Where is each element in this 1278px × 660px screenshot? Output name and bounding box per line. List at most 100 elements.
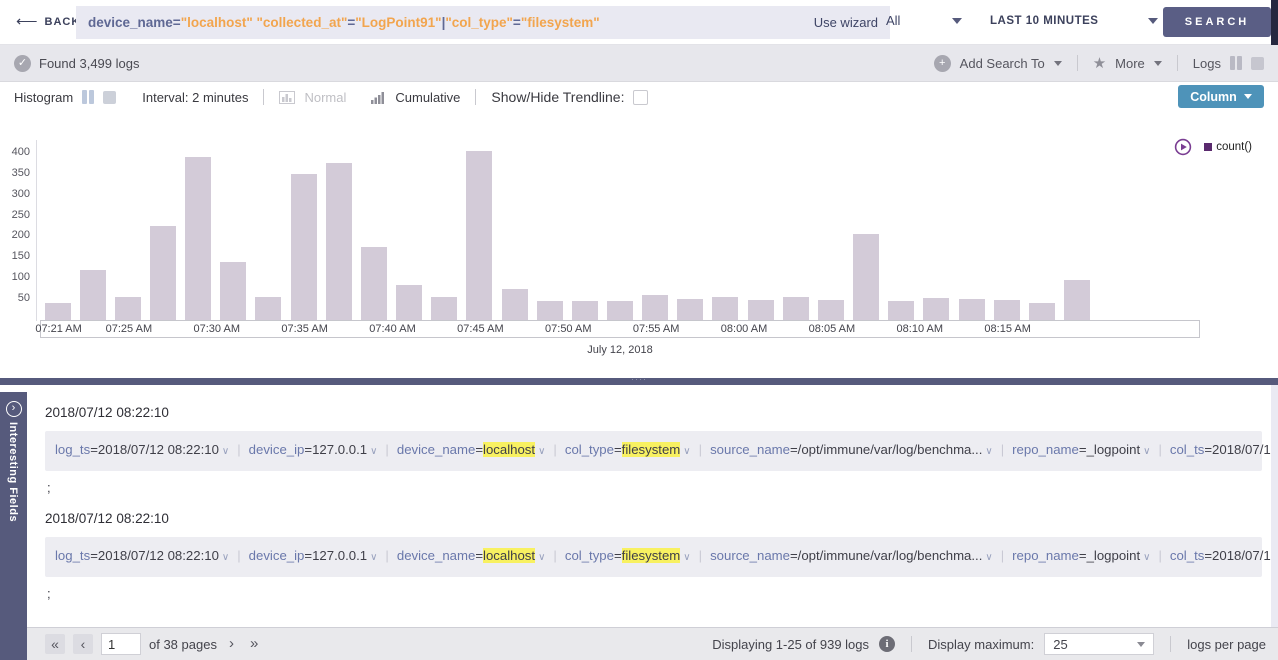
- chevron-down-icon[interactable]: ∨: [370, 446, 377, 457]
- last-page-button[interactable]: »: [246, 634, 262, 654]
- found-logs-status: ✓ Found 3,499 logs: [14, 55, 139, 72]
- field-separator: |: [553, 442, 556, 457]
- scrollbar-track[interactable]: [1271, 385, 1278, 627]
- histogram-bar[interactable]: [959, 299, 985, 320]
- field-separator: |: [1001, 548, 1004, 563]
- page-number-input[interactable]: [101, 633, 141, 655]
- log-field[interactable]: source_name=/opt/immune/var/log/benchma.…: [710, 548, 1012, 563]
- log-field[interactable]: device_name=localhost∨|: [397, 442, 565, 457]
- cumulative-mode-button[interactable]: Cumulative: [395, 90, 460, 105]
- interesting-fields-panel-toggle[interactable]: › Interesting Fields: [0, 392, 27, 660]
- next-page-button[interactable]: ›: [225, 634, 238, 654]
- time-range-selector[interactable]: LAST 10 MINUTES: [990, 15, 1158, 27]
- histogram-bar[interactable]: [115, 297, 141, 320]
- divider: [1170, 636, 1171, 652]
- histogram-bar[interactable]: [994, 300, 1020, 320]
- histogram-full-toggle-icon[interactable]: [103, 91, 116, 104]
- histogram-bar[interactable]: [361, 247, 387, 320]
- chevron-down-icon[interactable]: ∨: [683, 446, 690, 457]
- log-field[interactable]: col_type=filesystem∨|: [565, 442, 710, 457]
- chevron-down-icon[interactable]: ∨: [683, 552, 690, 563]
- normal-histogram-icon: [279, 91, 295, 104]
- add-search-to-menu[interactable]: Add Search To: [960, 56, 1045, 71]
- play-circle-icon[interactable]: [1174, 138, 1192, 156]
- first-page-button[interactable]: «: [45, 634, 65, 654]
- chart-type-dropdown[interactable]: Column: [1178, 85, 1264, 108]
- log-field[interactable]: device_name=localhost∨|: [397, 548, 565, 563]
- histogram-bar[interactable]: [607, 301, 633, 320]
- histogram-bar[interactable]: [431, 297, 457, 320]
- histogram-bar[interactable]: [150, 226, 176, 320]
- trendline-checkbox[interactable]: [633, 90, 648, 105]
- histogram-bar[interactable]: [291, 174, 317, 320]
- histogram-bar[interactable]: [80, 270, 106, 320]
- histogram-bar[interactable]: [1029, 303, 1055, 320]
- log-field[interactable]: device_ip=127.0.0.1∨|: [249, 548, 397, 563]
- histogram-bar[interactable]: [783, 297, 809, 320]
- histogram-bar[interactable]: [572, 301, 598, 320]
- log-field[interactable]: log_ts=2018/07/12 08:22:10∨|: [55, 548, 249, 563]
- display-maximum-select[interactable]: 25: [1044, 633, 1154, 655]
- histogram-bar[interactable]: [712, 297, 738, 320]
- histogram-bar[interactable]: [818, 300, 844, 320]
- histogram-bar[interactable]: [853, 234, 879, 320]
- use-wizard-link[interactable]: Use wizard: [814, 15, 878, 30]
- chevron-down-icon[interactable]: ∨: [985, 446, 992, 457]
- log-field[interactable]: source_name=/opt/immune/var/log/benchma.…: [710, 442, 1012, 457]
- histogram-bar[interactable]: [748, 300, 774, 320]
- histogram-bar[interactable]: [45, 303, 71, 320]
- log-field-value: _logpoint: [1087, 442, 1141, 457]
- info-icon[interactable]: i: [879, 636, 895, 652]
- log-entry: 2018/07/12 08:22:10log_ts=2018/07/12 08:…: [45, 511, 1262, 601]
- log-field-value: _logpoint: [1087, 548, 1141, 563]
- chevron-down-icon[interactable]: ∨: [1143, 552, 1150, 563]
- histogram-bar[interactable]: [466, 151, 492, 320]
- histogram-bar[interactable]: [185, 157, 211, 320]
- x-axis-tick-label: 08:10 AM: [897, 323, 943, 335]
- previous-page-button[interactable]: ‹: [73, 634, 93, 654]
- section-divider[interactable]: ····: [0, 378, 1278, 385]
- x-axis-date-label: July 12, 2018: [40, 344, 1200, 356]
- log-field[interactable]: col_ts=2018/07/12 08:22:10∨|: [1170, 548, 1278, 563]
- chevron-down-icon[interactable]: ∨: [1143, 446, 1150, 457]
- log-field[interactable]: col_type=filesystem∨|: [565, 548, 710, 563]
- chevron-down-icon[interactable]: ∨: [370, 552, 377, 563]
- chevron-down-icon[interactable]: ∨: [985, 552, 992, 563]
- back-button[interactable]: ⟵ BACK: [16, 14, 80, 29]
- histogram-bar[interactable]: [502, 289, 528, 320]
- field-separator: |: [237, 548, 240, 563]
- chevron-down-icon[interactable]: ∨: [222, 446, 229, 457]
- split-view-toggle-icon[interactable]: [1230, 56, 1242, 70]
- logs-per-page-label: logs per page: [1187, 637, 1266, 652]
- histogram-bar[interactable]: [255, 297, 281, 320]
- found-logs-text: Found 3,499 logs: [39, 56, 139, 71]
- more-menu[interactable]: More: [1115, 56, 1145, 71]
- search-query-input[interactable]: device_name="localhost" "collected_at"="…: [76, 6, 890, 39]
- histogram-bar[interactable]: [642, 295, 668, 320]
- chevron-down-icon[interactable]: ∨: [538, 552, 545, 563]
- histogram-bar[interactable]: [677, 299, 703, 320]
- chevron-down-icon[interactable]: ∨: [538, 446, 545, 457]
- histogram-bar[interactable]: [1064, 280, 1090, 320]
- interval-label: Interval: 2 minutes: [142, 90, 248, 105]
- log-field[interactable]: device_ip=127.0.0.1∨|: [249, 442, 397, 457]
- histogram-bar[interactable]: [220, 262, 246, 320]
- search-button[interactable]: SEARCH: [1163, 7, 1271, 37]
- histogram-bar[interactable]: [537, 301, 563, 320]
- repo-selected-label: All: [886, 13, 900, 28]
- normal-mode-button[interactable]: Normal: [304, 90, 346, 105]
- log-field[interactable]: repo_name=_logpoint∨|: [1012, 548, 1170, 563]
- histogram-bar[interactable]: [888, 301, 914, 320]
- histogram-bar[interactable]: [326, 163, 352, 320]
- histogram-bar[interactable]: [923, 298, 949, 320]
- repo-selector[interactable]: All: [878, 13, 970, 28]
- x-axis-tick-label: 07:21 AM: [35, 323, 81, 335]
- log-field[interactable]: repo_name=_logpoint∨|: [1012, 442, 1170, 457]
- log-field[interactable]: log_ts=2018/07/12 08:22:10∨|: [55, 442, 249, 457]
- log-entry-timestamp: 2018/07/12 08:22:10: [45, 511, 1262, 526]
- chevron-down-icon[interactable]: ∨: [222, 552, 229, 563]
- log-field[interactable]: col_ts=2018/07/12 08:22:10∨|: [1170, 442, 1278, 457]
- full-view-toggle-icon[interactable]: [1251, 57, 1264, 70]
- histogram-split-toggle-icon[interactable]: [82, 90, 94, 104]
- histogram-bar[interactable]: [396, 285, 422, 320]
